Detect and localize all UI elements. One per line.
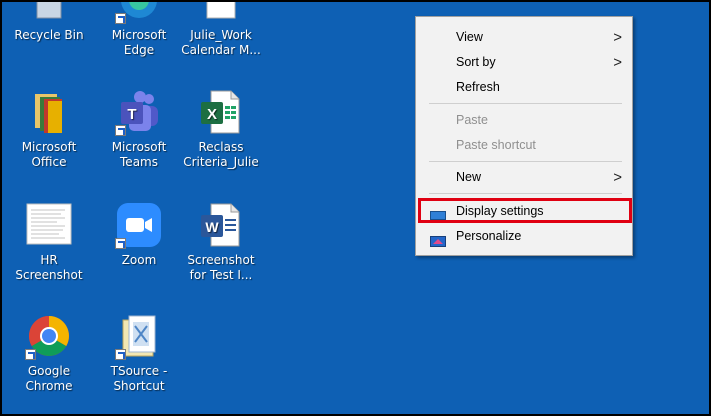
- desktop-icon-label: Microsoft Office: [21, 140, 77, 169]
- menu-item-sort-by[interactable]: Sort by >: [416, 50, 632, 75]
- desktop-icon-recycle-bin[interactable]: Recycle Bin: [6, 2, 92, 43]
- menu-item-paste: Paste: [416, 108, 632, 133]
- desktop-icon-label: Google Chrome: [25, 364, 73, 393]
- svg-text:T: T: [127, 106, 136, 123]
- shortcut-arrow-icon: [115, 349, 126, 360]
- desktop-icon-microsoft-edge[interactable]: Microsoft Edge: [96, 2, 182, 58]
- desktop-icon-label: Zoom: [121, 253, 157, 267]
- desktop-icon-julie-work-calendar[interactable]: Julie_Work Calendar M...: [178, 2, 264, 58]
- desktop-icon-google-chrome[interactable]: Google Chrome: [6, 312, 92, 394]
- menu-item-label: Paste shortcut: [456, 138, 536, 152]
- tsource-folder-icon: [115, 312, 163, 360]
- menu-separator: [429, 103, 622, 104]
- desktop-icon-label: Julie_Work Calendar M...: [181, 28, 261, 57]
- menu-item-new[interactable]: New >: [416, 165, 632, 190]
- desktop-icon-hr-screenshot[interactable]: HR Screenshot: [6, 201, 92, 283]
- shortcut-arrow-icon: [115, 238, 126, 249]
- menu-item-label: Paste: [456, 113, 488, 127]
- zoom-icon: [115, 201, 163, 249]
- desktop-icon-screenshot-for-test[interactable]: W Screenshot for Test I...: [178, 201, 264, 283]
- menu-item-label: View: [456, 30, 483, 44]
- desktop-icon-label: TSource - Shortcut: [110, 364, 168, 393]
- chrome-icon: [25, 312, 73, 360]
- excel-icon: X: [197, 88, 245, 136]
- shortcut-arrow-icon: [115, 13, 126, 24]
- desktop-icon-tsource-shortcut[interactable]: TSource - Shortcut: [96, 312, 182, 394]
- menu-item-label: Personalize: [456, 229, 522, 243]
- desktop[interactable]: Recycle Bin Microsoft Office HR Screensh…: [0, 0, 711, 416]
- desktop-icon-label: Screenshot for Test I...: [187, 253, 255, 282]
- desktop-icon-label: Microsoft Edge: [111, 28, 167, 57]
- menu-item-label: New: [456, 170, 482, 184]
- recycle-bin-icon: [25, 2, 73, 24]
- menu-item-label: Sort by: [456, 55, 496, 69]
- shortcut-arrow-icon: [25, 349, 36, 360]
- svg-text:X: X: [207, 106, 217, 123]
- office-folder-icon: [25, 88, 73, 136]
- desktop-icon-zoom[interactable]: Zoom: [96, 201, 182, 268]
- chevron-right-icon: >: [613, 169, 622, 186]
- edge-icon: [115, 2, 163, 24]
- chevron-right-icon: >: [613, 29, 622, 46]
- desktop-icon-label: HR Screenshot: [15, 253, 83, 282]
- desktop-icon-label: Reclass Criteria_Julie: [183, 140, 259, 169]
- document-icon: [197, 2, 245, 24]
- chevron-right-icon: >: [613, 54, 622, 71]
- menu-item-personalize[interactable]: Personalize: [416, 224, 632, 249]
- teams-icon: T: [115, 88, 163, 136]
- word-icon: W: [197, 201, 245, 249]
- desktop-icon-microsoft-teams[interactable]: T Microsoft Teams: [96, 88, 182, 170]
- menu-item-view[interactable]: View >: [416, 25, 632, 50]
- desktop-icon-reclass-criteria[interactable]: X Reclass Criteria_Julie: [178, 88, 264, 170]
- menu-item-refresh[interactable]: Refresh: [416, 75, 632, 100]
- svg-text:W: W: [205, 219, 219, 235]
- menu-separator: [429, 161, 622, 162]
- display-settings-highlight: [418, 198, 632, 223]
- menu-item-label: Refresh: [456, 80, 500, 94]
- menu-separator: [429, 193, 622, 194]
- menu-item-paste-shortcut: Paste shortcut: [416, 133, 632, 158]
- shortcut-arrow-icon: [115, 125, 126, 136]
- personalize-icon: [430, 231, 446, 247]
- screenshot-document-icon: [25, 201, 73, 249]
- desktop-icon-label: Recycle Bin: [14, 28, 84, 42]
- desktop-icon-microsoft-office[interactable]: Microsoft Office: [6, 88, 92, 170]
- desktop-icon-label: Microsoft Teams: [111, 140, 167, 169]
